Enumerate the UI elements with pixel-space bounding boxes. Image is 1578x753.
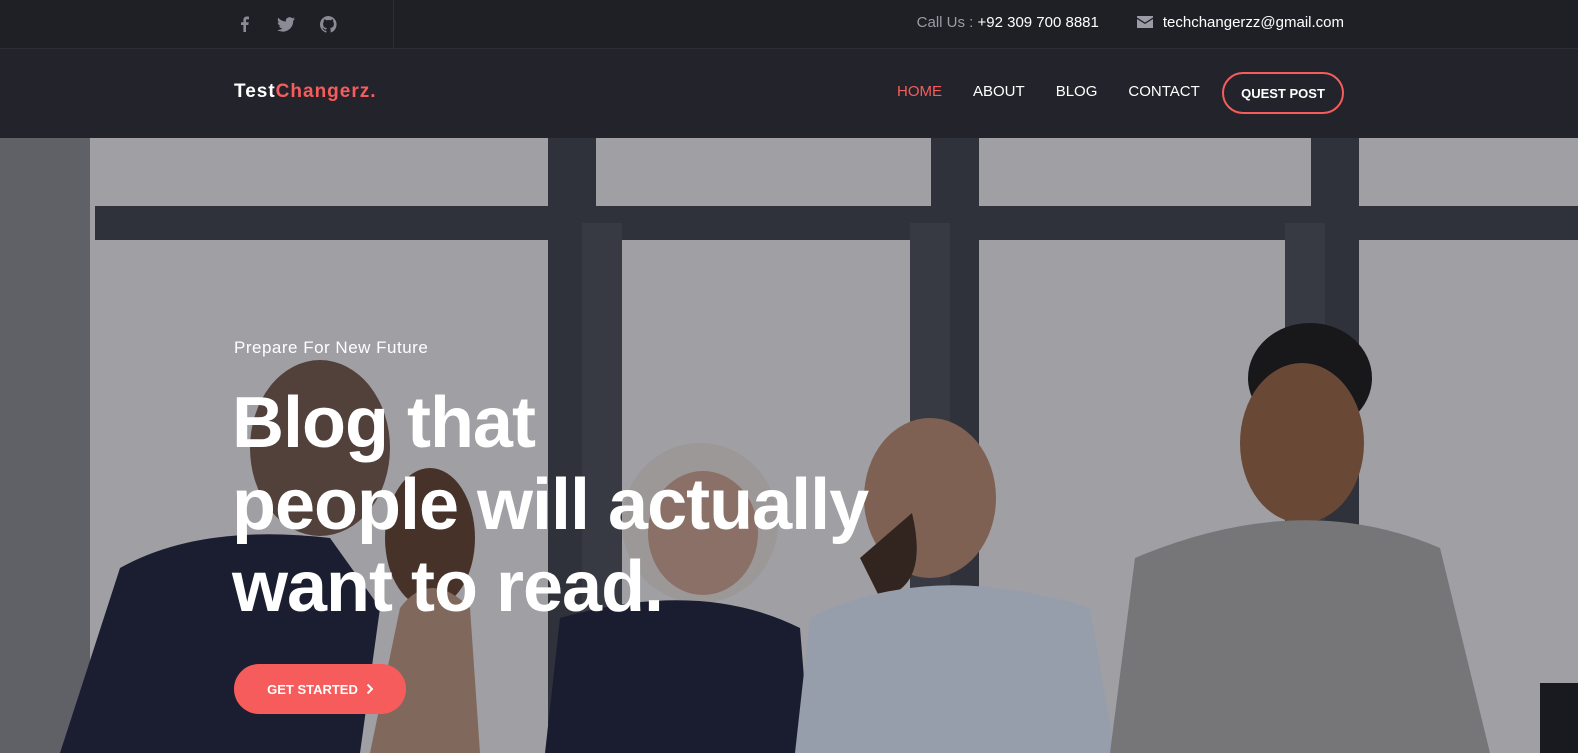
get-started-button[interactable]: GET STARTED <box>234 664 406 714</box>
site-logo[interactable]: TestChangerz. <box>234 81 377 103</box>
hero-section: Prepare For New Future Blog that people … <box>0 138 1578 753</box>
logo-text-test: Test <box>234 81 276 102</box>
github-icon[interactable] <box>316 12 340 36</box>
logo-text-changerz: Changerz. <box>275 81 377 102</box>
nav-item-about[interactable]: ABOUT <box>973 83 1025 100</box>
headline-line-1: Blog that <box>232 383 536 463</box>
email-contact[interactable]: techchangerzz@gmail.com <box>1136 14 1344 31</box>
headline-line-2: people will actually <box>232 465 869 545</box>
top-bar: Call Us : +92 309 700 8881 techchangerzz… <box>0 0 1578 49</box>
contact-info: Call Us : +92 309 700 8881 techchangerzz… <box>917 0 1344 44</box>
hero-tagline: Prepare For New Future <box>234 338 429 357</box>
headline-line-3: want to read. <box>232 547 664 627</box>
nav-item-contact[interactable]: CONTACT <box>1128 83 1199 100</box>
twitter-icon[interactable] <box>274 12 298 36</box>
main-navbar: TestChangerz. HOME ABOUT BLOG CONTACT QU… <box>0 49 1578 138</box>
nav-menu: HOME ABOUT BLOG CONTACT <box>897 83 1200 100</box>
social-links <box>226 0 394 48</box>
email-address[interactable]: techchangerzz@gmail.com <box>1163 14 1344 31</box>
phone-number[interactable]: +92 309 700 8881 <box>977 14 1098 31</box>
nav-item-blog[interactable]: BLOG <box>1056 83 1098 100</box>
quest-post-button[interactable]: QUEST POST <box>1222 72 1344 114</box>
call-label: Call Us : <box>916 13 978 31</box>
chevron-right-icon <box>366 684 373 694</box>
facebook-icon[interactable] <box>232 12 256 36</box>
hero-headline: Blog that people will actually want to r… <box>232 382 1132 628</box>
envelope-icon <box>1136 16 1153 28</box>
nav-item-home[interactable]: HOME <box>897 83 942 100</box>
get-started-label: GET STARTED <box>267 681 358 697</box>
phone-contact: Call Us : +92 309 700 8881 <box>917 14 1099 31</box>
